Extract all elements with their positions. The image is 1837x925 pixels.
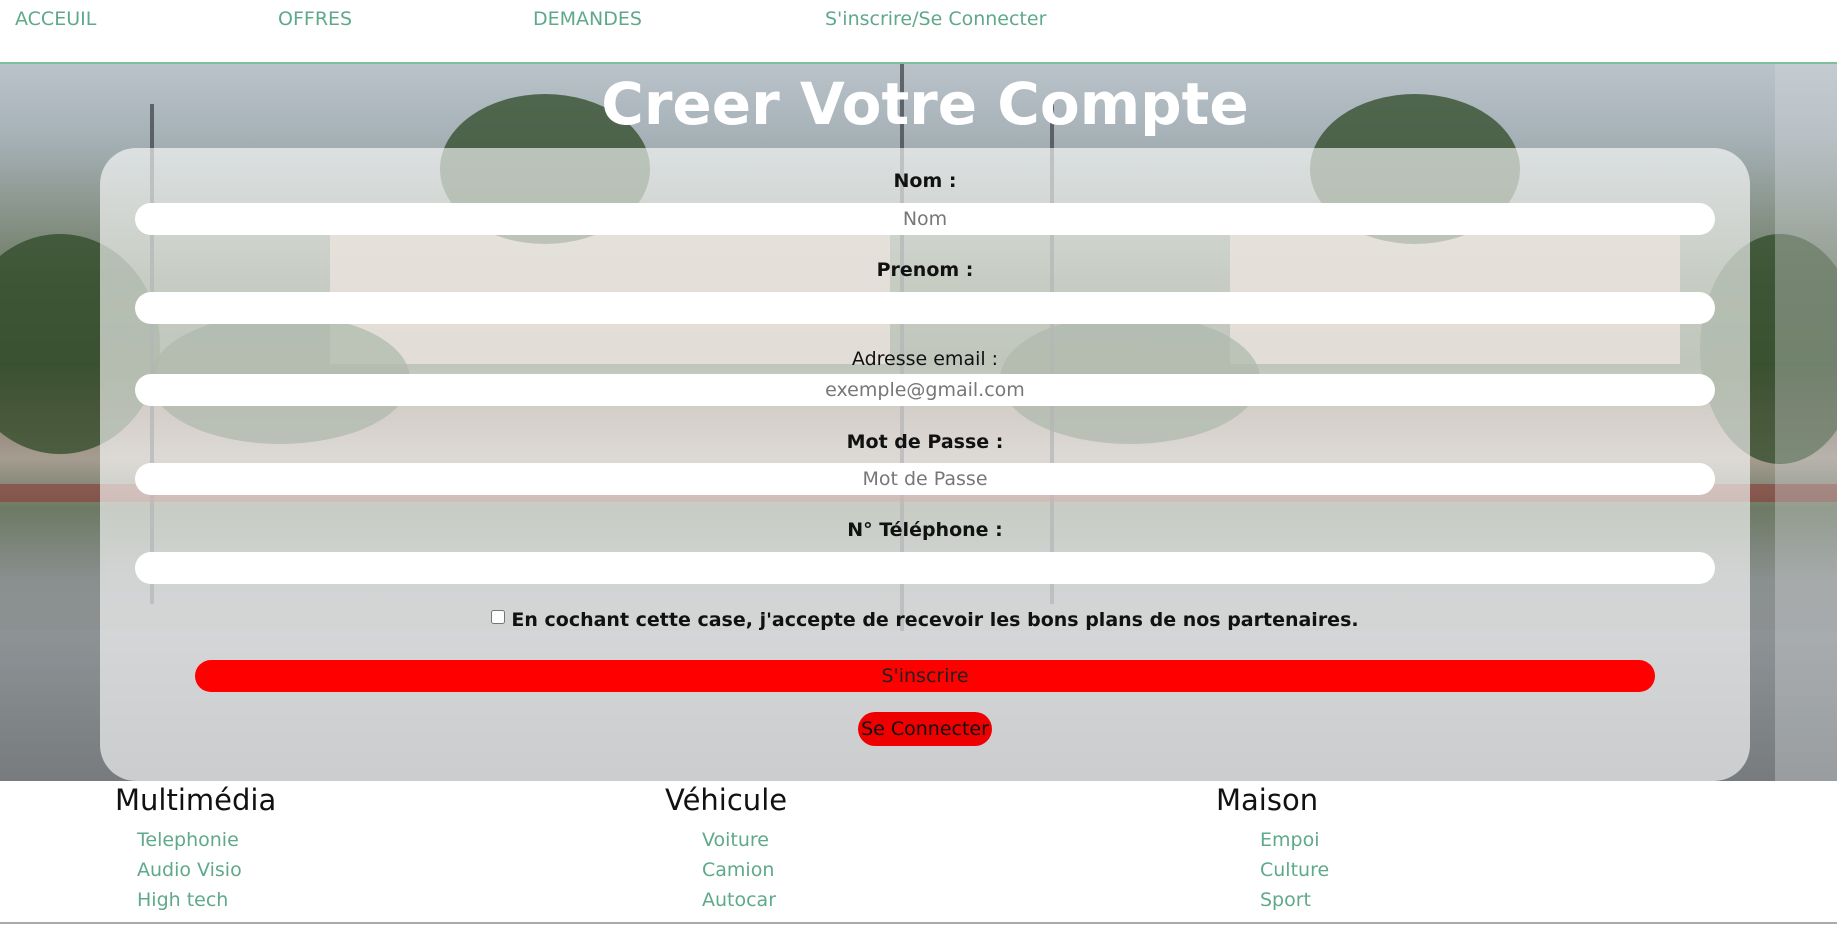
newsletter-checkbox-label: En cochant cette case, j'accepte de rece… [511, 609, 1359, 631]
category-link[interactable]: Empoi [1260, 825, 1516, 855]
nav-link-signup-login[interactable]: S'inscrire/Se Connecter [825, 8, 1046, 30]
category-link[interactable]: Telephonie [137, 825, 415, 855]
nom-input[interactable] [135, 203, 1715, 235]
phone-input[interactable] [135, 552, 1715, 584]
email-input[interactable] [135, 374, 1715, 406]
category-link[interactable]: Camion [702, 855, 965, 885]
email-label: Adresse email : [851, 348, 999, 370]
category-link[interactable]: Culture [1260, 855, 1516, 885]
newsletter-checkbox[interactable] [491, 610, 506, 624]
nav-link-offers[interactable]: OFFRES [278, 8, 352, 30]
top-navigation: ACCEUIL OFFRES DEMANDES S'inscrire/Se Co… [0, 0, 1837, 64]
category-title: Maison [1216, 783, 1319, 817]
category-maison: Maison Empoi Culture Sport [1216, 783, 1516, 915]
category-vehicule: Véhicule Voiture Camion Autocar [665, 783, 965, 915]
category-link[interactable]: Voiture [702, 825, 965, 855]
category-link[interactable]: Autocar [702, 885, 965, 915]
category-multimedia: Multimédia Telephonie Audio Visio High t… [115, 783, 415, 915]
phone-label: N° Téléphone : [847, 519, 1003, 541]
page-bottom-divider [0, 922, 1837, 924]
signup-form: Nom : Prenom : Adresse email : Mot de Pa… [100, 148, 1750, 781]
category-link[interactable]: Audio Visio [137, 855, 415, 885]
signup-button[interactable]: S'inscrire [195, 660, 1655, 692]
prenom-label: Prenom : [876, 259, 974, 281]
category-title: Multimédia [115, 783, 277, 817]
nav-link-home[interactable]: ACCEUIL [15, 8, 96, 30]
prenom-input[interactable] [135, 292, 1715, 324]
password-label: Mot de Passe : [846, 431, 1004, 453]
newsletter-checkbox-row[interactable]: En cochant cette case, j'accepte de rece… [100, 609, 1750, 631]
background-edge [1775, 64, 1837, 781]
connect-button[interactable]: Se Connecter [858, 712, 992, 746]
category-link[interactable]: High tech [137, 885, 415, 915]
password-input[interactable] [135, 463, 1715, 495]
page-title: Creer Votre Compte [601, 70, 1249, 138]
category-link[interactable]: Sport [1260, 885, 1516, 915]
category-title: Véhicule [665, 783, 788, 817]
nom-label: Nom : [893, 170, 957, 192]
nav-link-requests[interactable]: DEMANDES [533, 8, 642, 30]
